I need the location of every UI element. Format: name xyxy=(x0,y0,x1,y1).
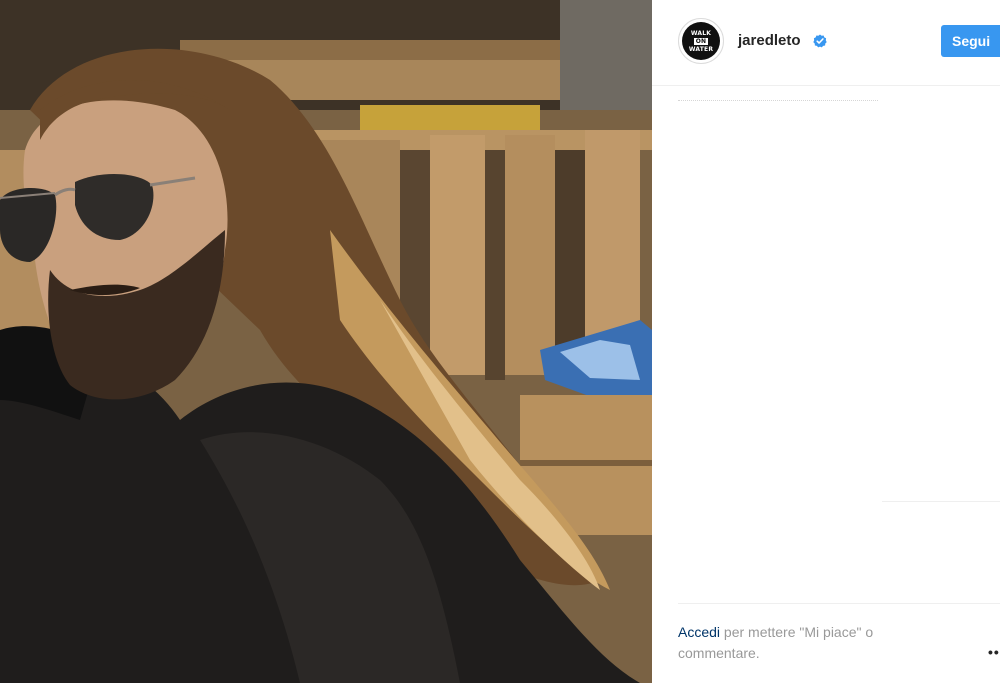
caption-area xyxy=(678,100,1000,500)
avatar[interactable]: WALK ON WATER xyxy=(678,18,724,64)
username-link[interactable]: jaredleto xyxy=(738,32,801,49)
login-link[interactable]: Accedi xyxy=(678,624,720,640)
post-side-panel: WALK ON WATER jaredleto Segui Accedi per… xyxy=(652,0,1000,683)
avatar-line-2: ON xyxy=(693,37,709,45)
post-header: WALK ON WATER jaredleto Segui xyxy=(652,0,1000,86)
caption-divider xyxy=(882,501,1000,502)
caption-placeholder xyxy=(678,100,878,104)
actions-divider xyxy=(678,603,1000,604)
login-prompt: Accedi per mettere "Mi piace" o commenta… xyxy=(678,622,938,664)
avatar-line-1: WALK xyxy=(690,29,712,37)
post-photo[interactable] xyxy=(0,0,652,683)
follow-button[interactable]: Segui xyxy=(941,25,1000,57)
avatar-line-3: WATER xyxy=(688,45,714,53)
walk-on-water-logo: WALK ON WATER xyxy=(682,22,720,60)
photo-illustration xyxy=(0,0,652,683)
verified-badge-icon xyxy=(813,34,827,48)
more-options-icon[interactable]: •• xyxy=(988,644,1000,660)
